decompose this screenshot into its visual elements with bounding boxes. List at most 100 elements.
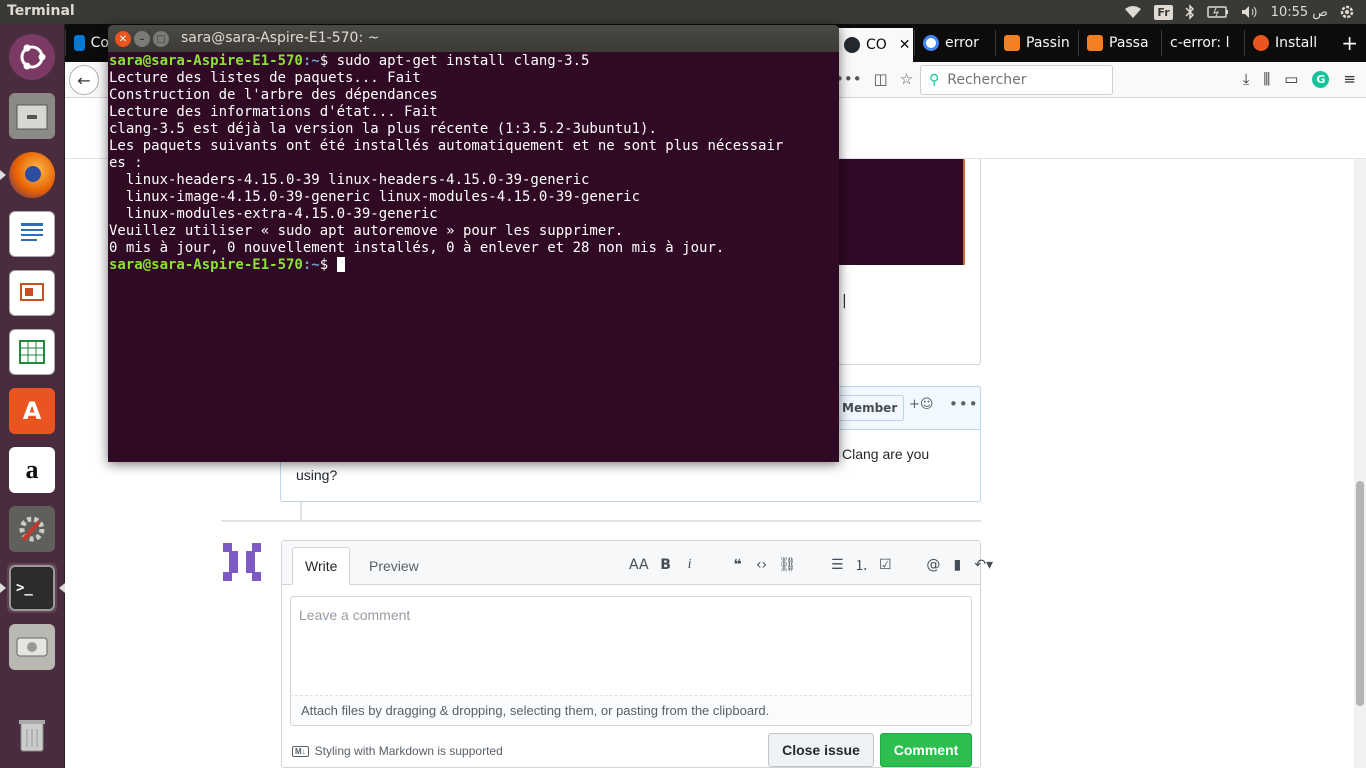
member-badge: Member <box>835 395 905 421</box>
more-options-icon[interactable]: ••• <box>949 395 979 413</box>
close-tab-icon[interactable]: ✕ <box>899 37 911 53</box>
search-input[interactable]: ⚲ Rechercher <box>920 65 1113 95</box>
tab-label: Install <box>1275 35 1318 51</box>
tab-install[interactable]: Install <box>1244 30 1328 56</box>
page-scrollbar[interactable] <box>1354 159 1366 768</box>
files-icon[interactable] <box>7 91 57 141</box>
downloads-icon[interactable]: ⤓ <box>1243 70 1250 88</box>
menu-icon[interactable]: ≡ <box>1343 70 1356 88</box>
markdown-icon: M↓ <box>292 745 309 757</box>
trash-icon[interactable] <box>7 710 57 760</box>
scrollbar-thumb[interactable] <box>1356 481 1364 706</box>
settings-gear-icon[interactable] <box>1340 5 1354 19</box>
embedded-terminal-screenshot <box>835 159 965 265</box>
output-line: linux-headers-4.15.0-39 linux-headers-4.… <box>109 172 590 188</box>
unity-launcher: A a >_ <box>0 24 65 768</box>
firefox-icon[interactable] <box>7 150 57 200</box>
tab-google-error[interactable]: error <box>914 30 994 56</box>
maximize-icon: □ <box>156 33 166 45</box>
mention-icon[interactable]: @ <box>926 557 940 573</box>
system-settings-icon[interactable] <box>7 504 57 554</box>
window-maximize-button[interactable]: □ <box>153 31 169 47</box>
window-close-button[interactable]: ✕ <box>115 31 131 47</box>
prompt-user: sara@sara-Aspire-E1-570 <box>109 53 303 69</box>
comment-textarea[interactable]: Leave a comment <box>290 596 972 696</box>
markdown-note[interactable]: M↓ Styling with Markdown is supported <box>292 744 503 758</box>
code-icon[interactable]: ‹› <box>755 557 769 573</box>
amazon-icon[interactable]: a <box>7 445 57 495</box>
task-list-icon[interactable]: ☑ <box>878 557 892 573</box>
prompt-user: sara@sara-Aspire-E1-570 <box>109 257 303 273</box>
command-text: $ sudo apt-get install clang-3.5 <box>319 53 590 69</box>
battery-icon[interactable] <box>1206 6 1229 18</box>
pocket-icon[interactable]: ◫ <box>874 70 888 88</box>
sidebar-icon[interactable]: ▭ <box>1284 70 1298 88</box>
output-line: linux-image-4.15.0-39-generic linux-modu… <box>109 189 641 205</box>
bold-icon[interactable]: B <box>659 557 673 573</box>
libreoffice-writer-icon[interactable] <box>7 209 57 259</box>
markdown-note-text: Styling with Markdown is supported <box>314 744 503 758</box>
top-panel: Terminal Fr 10:55 ص <box>0 0 1366 24</box>
keyboard-layout-indicator[interactable]: Fr <box>1154 4 1173 20</box>
install-site-icon <box>1253 35 1269 51</box>
bluetooth-icon[interactable] <box>1185 4 1195 20</box>
tab-preview[interactable]: Preview <box>357 547 431 585</box>
text-size-icon[interactable]: AA <box>629 557 649 573</box>
new-tab-button[interactable]: + <box>1341 31 1358 55</box>
terminal-titlebar[interactable]: ✕ – □ sara@sara-Aspire-E1-570: ~ <box>108 25 839 52</box>
ubuntu-software-icon[interactable]: A <box>7 386 57 436</box>
arrow-left-icon: ← <box>77 70 91 90</box>
comment-text-line2: using? <box>296 467 338 483</box>
bookmark-star-icon[interactable]: ☆ <box>900 70 913 88</box>
ubuntu-dash-icon[interactable] <box>7 32 57 82</box>
terminal-running-indicator <box>0 583 6 593</box>
back-button[interactable]: ← <box>69 65 99 95</box>
link-icon[interactable]: ⛓ <box>779 557 797 573</box>
tab-github[interactable]: CO ✕ <box>835 28 913 62</box>
prompt-symbol: $ <box>319 257 337 273</box>
tab-stackoverflow-2[interactable]: Passa <box>1078 30 1160 56</box>
firefox-running-indicator <box>0 170 6 180</box>
wifi-icon[interactable] <box>1124 5 1142 19</box>
timeline-divider <box>221 520 981 522</box>
terminal-window[interactable]: ✕ – □ sara@sara-Aspire-E1-570: ~ sara@sa… <box>108 25 839 462</box>
grammarly-icon[interactable]: G <box>1312 70 1330 88</box>
output-line: Lecture des informations d'état... Fait <box>109 104 438 120</box>
clock[interactable]: 10:55 ص <box>1271 5 1328 20</box>
reference-icon[interactable]: ▮ <box>950 557 964 573</box>
disk-drive-icon[interactable] <box>7 622 57 672</box>
output-line: clang-3.5 est déjà la version la plus ré… <box>109 121 657 137</box>
close-issue-button[interactable]: Close issue <box>768 733 874 767</box>
google-icon <box>923 35 939 51</box>
numbered-list-icon[interactable]: ⒈ <box>854 555 868 575</box>
libreoffice-impress-icon[interactable] <box>7 268 57 318</box>
quote-icon[interactable]: ❝ <box>731 557 745 573</box>
final-prompt-line: sara@sara-Aspire-E1-570:~$ <box>109 257 838 274</box>
search-icon: ⚲ <box>929 72 940 88</box>
tab-write[interactable]: Write <box>292 547 351 585</box>
avatar[interactable] <box>221 541 263 583</box>
italic-icon[interactable]: i <box>683 557 697 573</box>
volume-icon[interactable] <box>1241 5 1259 19</box>
output-line: Construction de l'arbre des dépendances <box>109 87 438 103</box>
search-placeholder: Rechercher <box>947 72 1027 88</box>
reply-icon[interactable]: ↶▾ <box>974 557 993 573</box>
stackoverflow-icon <box>1087 35 1103 51</box>
terminal-cursor <box>336 257 345 272</box>
attach-files-bar[interactable]: Attach files by dragging & dropping, sel… <box>290 696 972 726</box>
output-line: 0 mis à jour, 0 nouvellement installés, … <box>109 240 725 256</box>
libreoffice-calc-icon[interactable] <box>7 327 57 377</box>
window-minimize-button[interactable]: – <box>134 31 150 47</box>
tab-label: Passin <box>1026 35 1070 51</box>
terminal-output[interactable]: sara@sara-Aspire-E1-570:~$ sudo apt-get … <box>108 53 839 462</box>
tab-c-error[interactable]: c-error: l <box>1161 30 1243 56</box>
tab-label: Passa <box>1109 35 1149 51</box>
comment-button[interactable]: Comment <box>880 733 972 767</box>
tab-outlook[interactable]: Co <box>65 30 109 56</box>
tab-label: error <box>945 35 979 51</box>
library-icon[interactable]: ⫼ <box>1263 70 1270 88</box>
tab-stackoverflow-1[interactable]: Passin <box>995 30 1077 56</box>
add-reaction-button[interactable]: +☺ <box>909 397 933 412</box>
terminal-icon[interactable]: >_ <box>7 563 57 613</box>
bulleted-list-icon[interactable]: ☰ <box>830 557 844 573</box>
